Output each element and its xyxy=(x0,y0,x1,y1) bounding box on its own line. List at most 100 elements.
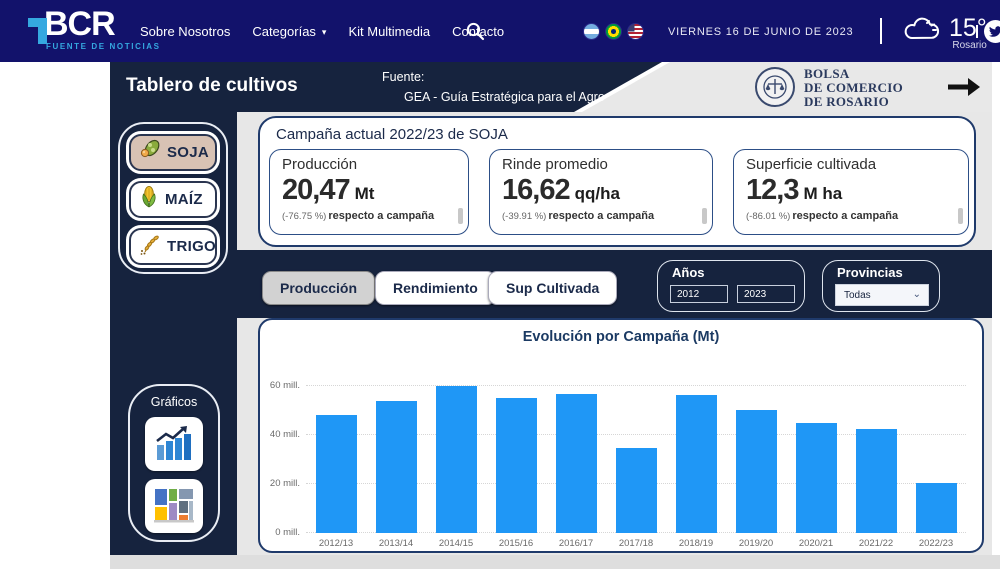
crop-button-trigo[interactable]: TRIGO xyxy=(129,228,217,265)
x-axis-tick: 2014/15 xyxy=(426,538,486,549)
bar-series: 2012/132013/142014/152015/162016/172017/… xyxy=(306,376,966,533)
usa-flag-icon[interactable] xyxy=(627,23,644,40)
charts-group-label: Gráficos xyxy=(130,395,218,409)
bar-2021/22[interactable] xyxy=(856,429,897,533)
y-axis-tick: 40 mill. xyxy=(264,429,300,440)
chart-title: Evolución por Campaña (Mt) xyxy=(260,329,982,345)
page-title: Tablero de cultivos xyxy=(126,75,298,97)
crop-sidebar: SOJA MAÍZ TRIGO Gráficos xyxy=(110,112,237,555)
crop-selector-group: SOJA MAÍZ TRIGO xyxy=(118,122,228,274)
years-filter: Años xyxy=(657,260,805,312)
bar-chart-icon[interactable] xyxy=(145,417,203,471)
bar-2022/23[interactable] xyxy=(916,483,957,533)
bar-2014/15[interactable] xyxy=(436,386,477,533)
kpi-unit: Mt xyxy=(355,184,375,203)
bar-slot: 2012/13 xyxy=(306,376,366,533)
dashboard-header: Tablero de cultivos Fuente: GEA - Guía E… xyxy=(110,62,992,112)
chevron-down-icon: ▾ xyxy=(322,27,327,38)
org-name: BOLSA DE COMERCIO DE ROSARIO xyxy=(804,67,903,109)
bar-2012/13[interactable] xyxy=(316,415,357,533)
twitter-icon[interactable] xyxy=(984,20,1000,43)
bar-slot: 2013/14 xyxy=(366,376,426,533)
x-axis-tick: 2022/23 xyxy=(906,538,966,549)
bar-2015/16[interactable] xyxy=(496,398,537,533)
x-axis-tick: 2017/18 xyxy=(606,538,666,549)
divider xyxy=(880,18,882,44)
scrollbar-thumb[interactable] xyxy=(458,208,463,224)
weather-city: Rosario xyxy=(941,40,987,51)
temperature: 15° xyxy=(949,14,987,42)
nav-item-kit-multimedia[interactable]: Kit Multimedia xyxy=(348,24,430,39)
bcr-seal-icon xyxy=(755,67,795,107)
bar-2017/18[interactable] xyxy=(616,448,657,533)
provinces-selected-value: Todas xyxy=(844,290,871,301)
scrollbar-thumb[interactable] xyxy=(958,208,963,224)
x-axis-tick: 2016/17 xyxy=(546,538,606,549)
wheat-icon xyxy=(138,232,162,261)
bcr-logo-mark-icon xyxy=(28,11,54,45)
x-axis-tick: 2013/14 xyxy=(366,538,426,549)
weather-widget: 15° Rosario xyxy=(903,14,987,51)
nav-menu: Sobre Nosotros Categorías▾ Kit Multimedi… xyxy=(140,0,504,62)
bar-slot: 2017/18 xyxy=(606,376,666,533)
bar-slot: 2014/15 xyxy=(426,376,486,533)
scrollbar-thumb[interactable] xyxy=(702,208,707,224)
nav-item-categorias[interactable]: Categorías▾ xyxy=(252,24,326,39)
bar-2013/14[interactable] xyxy=(376,401,417,533)
x-axis-tick: 2018/19 xyxy=(666,538,726,549)
year-to-input[interactable] xyxy=(737,285,795,303)
bar-2016/17[interactable] xyxy=(556,394,597,533)
crop-button-maiz[interactable]: MAÍZ xyxy=(129,181,217,218)
kpi-note: (-86.01 %)respecto a campaña 21/22 xyxy=(746,208,958,224)
provinces-label: Provincias xyxy=(837,265,939,280)
x-axis-tick: 2019/20 xyxy=(726,538,786,549)
dashboard: Tablero de cultivos Fuente: GEA - Guía E… xyxy=(110,62,992,555)
x-axis-tick: 2021/22 xyxy=(846,538,906,549)
kpi-card-rinde: Rinde promedio 16,62qq/ha (-39.91 %)resp… xyxy=(489,149,713,235)
metric-button-produccion[interactable]: Producción xyxy=(262,271,375,305)
corn-icon xyxy=(138,185,160,214)
provinces-dropdown[interactable]: Todas ⌄ xyxy=(835,284,929,306)
bar-slot: 2015/16 xyxy=(486,376,546,533)
bar-slot: 2022/23 xyxy=(906,376,966,533)
source-value: GEA - Guía Estratégica para el Agro xyxy=(404,87,605,107)
bar-slot: 2019/20 xyxy=(726,376,786,533)
bar-2018/19[interactable] xyxy=(676,395,717,533)
right-arrow-icon[interactable] xyxy=(946,75,984,104)
kpi-unit: qq/ha xyxy=(575,184,620,203)
summary-title: Campaña actual 2022/23 de SOJA xyxy=(276,126,508,143)
bar-2019/20[interactable] xyxy=(736,410,777,533)
kpi-cards: Producción 20,47Mt (-76.75 %)respecto a … xyxy=(269,149,969,235)
kpi-unit: M ha xyxy=(803,184,842,203)
x-axis-tick: 2012/13 xyxy=(306,538,366,549)
charts-group: Gráficos xyxy=(128,384,220,542)
crop-button-soja[interactable]: SOJA xyxy=(129,134,217,171)
bar-2020/21[interactable] xyxy=(796,423,837,533)
kpi-note: (-76.75 %)respecto a campaña 21/22 xyxy=(282,208,458,224)
language-flags xyxy=(583,23,644,40)
x-axis-tick: 2020/21 xyxy=(786,538,846,549)
nav-item-sobre-nosotros[interactable]: Sobre Nosotros xyxy=(140,24,230,39)
years-label: Años xyxy=(672,265,804,280)
bar-slot: 2021/22 xyxy=(846,376,906,533)
search-icon[interactable] xyxy=(465,21,485,41)
bottom-strip xyxy=(110,555,1000,569)
y-axis-tick: 20 mill. xyxy=(264,478,300,489)
bar-slot: 2016/17 xyxy=(546,376,606,533)
metric-button-sup-cultivada[interactable]: Sup Cultivada xyxy=(488,271,617,305)
brazil-flag-icon[interactable] xyxy=(605,23,622,40)
date-display: VIERNES 16 DE JUNIO DE 2023 xyxy=(668,26,853,38)
kpi-card-superficie: Superficie cultivada 12,3M ha (-86.01 %)… xyxy=(733,149,969,235)
kpi-note: (-39.91 %)respecto a campaña 21/22 xyxy=(502,208,702,224)
y-axis-tick: 60 mill. xyxy=(264,380,300,391)
dashboard-content: Campaña actual 2022/23 de SOJA Producció… xyxy=(237,112,992,555)
metric-button-rendimiento[interactable]: Rendimiento xyxy=(375,271,496,305)
x-axis-tick: 2015/16 xyxy=(486,538,546,549)
page: BCR FUENTE DE NOTICIAS Sobre Nosotros Ca… xyxy=(0,0,1000,569)
argentina-flag-icon[interactable] xyxy=(583,23,600,40)
treemap-icon[interactable] xyxy=(145,479,203,533)
bar-slot: 2020/21 xyxy=(786,376,846,533)
year-from-input[interactable] xyxy=(670,285,728,303)
top-navbar: BCR FUENTE DE NOTICIAS Sobre Nosotros Ca… xyxy=(0,0,1000,62)
provinces-filter: Provincias Todas ⌄ xyxy=(822,260,940,312)
